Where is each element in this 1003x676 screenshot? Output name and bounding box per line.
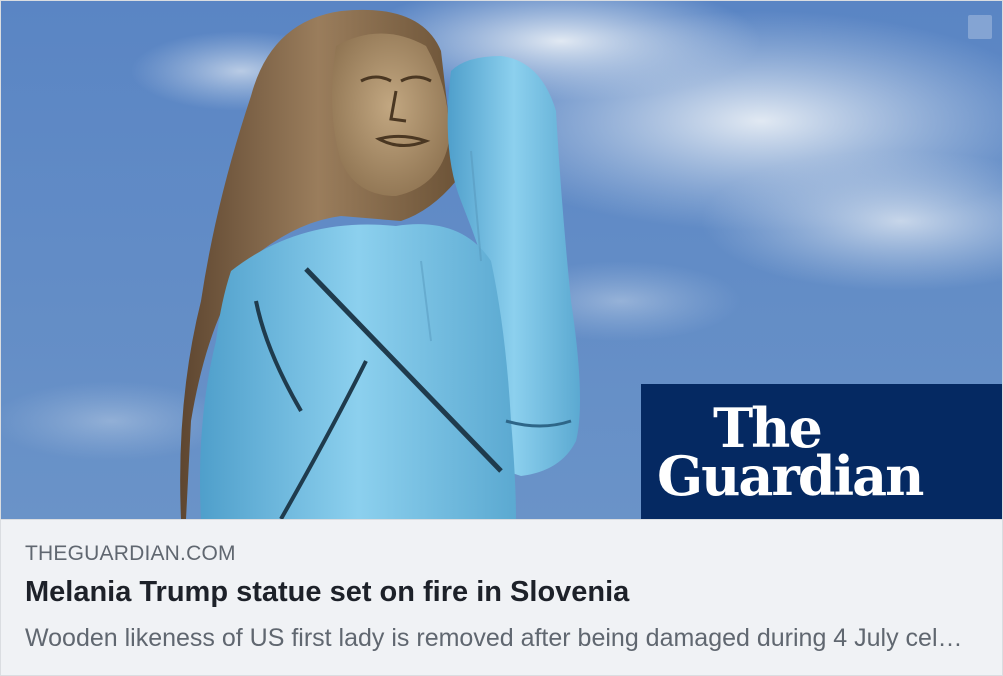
publisher-logo: The Guardian [641,384,1002,519]
link-description: Wooden likeness of US first lady is remo… [25,624,975,652]
link-headline[interactable]: Melania Trump statue set on fire in Slov… [25,576,629,609]
article-image[interactable]: The Guardian [1,1,1002,520]
link-domain: THEGUARDIAN.COM [25,542,236,565]
link-preview-meta[interactable]: THEGUARDIAN.COM Melania Trump statue set… [1,520,1002,675]
publisher-logo-line2: Guardian [657,443,924,508]
image-options-control[interactable] [968,15,992,39]
link-preview-card[interactable]: The Guardian THEGUARDIAN.COM Melania Tru… [0,0,1003,676]
